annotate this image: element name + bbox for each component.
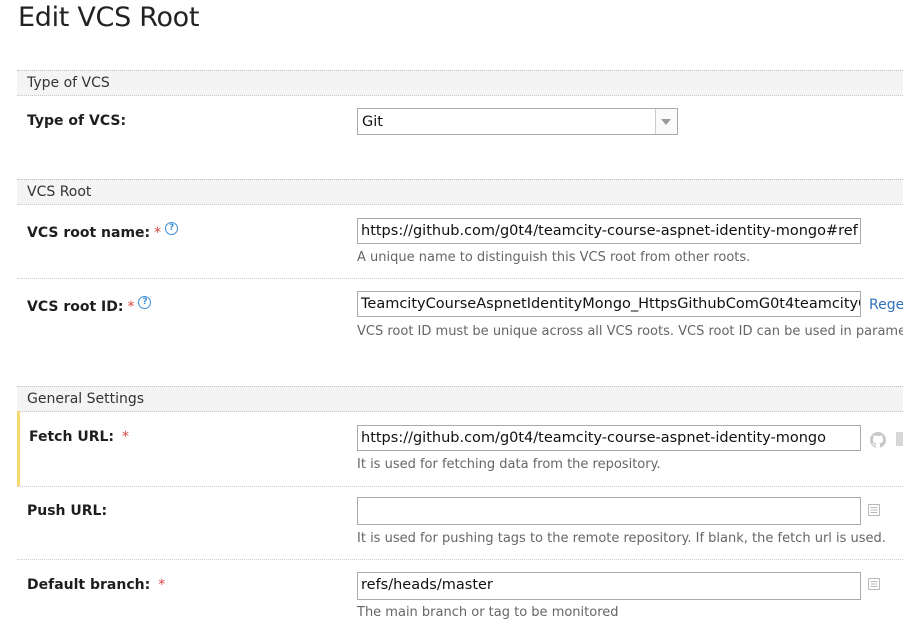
type-of-vcs-select[interactable]: Git [357,108,678,135]
required-marker: * [154,225,162,241]
fetch-url-label: Fetch URL: * [29,428,129,446]
vcs-root-id-input[interactable]: TeamcityCourseAspnetIdentityMongo_HttpsG… [357,291,861,317]
push-url-input[interactable] [357,497,861,525]
chevron-down-icon[interactable] [655,109,677,134]
section-header-vcs-root: VCS Root [17,179,903,205]
row-divider [17,278,903,279]
vcs-root-name-input[interactable]: https://github.com/g0t4/teamcity-course-… [357,218,861,244]
vcs-root-id-label: VCS root ID: *? [27,296,152,316]
push-url-label: Push URL: [27,503,108,519]
type-of-vcs-value: Git [362,114,383,130]
vcs-root-name-label: VCS root name: *? [27,222,179,242]
vcs-root-id-note: VCS root ID must be unique across all VC… [357,324,903,339]
required-field-highlight [17,411,20,486]
fetch-url-label-text: Fetch URL: [29,429,114,445]
vcs-root-id-label-text: VCS root ID: [27,299,124,315]
row-divider [17,559,903,560]
push-url-note: It is used for pushing tags to the remot… [357,531,886,546]
section-header-type-of-vcs: Type of VCS [17,70,903,96]
fetch-url-note: It is used for fetching data from the re… [357,457,661,472]
section-header-general-settings: General Settings [17,386,903,412]
default-branch-label-text: Default branch: [27,577,151,593]
help-icon[interactable]: ? [138,296,152,309]
list-icon[interactable] [868,504,880,516]
default-branch-label: Default branch: * [27,576,165,594]
edit-icon[interactable] [896,432,903,446]
default-branch-input[interactable]: refs/heads/master [357,572,861,600]
required-marker: * [122,429,129,445]
regenerate-id-link[interactable]: Rege [869,297,903,313]
required-marker: * [127,299,135,315]
type-of-vcs-label: Type of VCS: [27,113,127,129]
list-icon[interactable] [868,578,880,590]
required-marker: * [158,577,166,593]
help-icon[interactable]: ? [165,222,179,235]
vcs-root-name-label-text: VCS root name: [27,225,151,241]
github-icon[interactable] [870,432,886,448]
vcs-root-name-note: A unique name to distinguish this VCS ro… [357,250,751,265]
default-branch-note: The main branch or tag to be monitored [357,605,619,620]
page-title: Edit VCS Root [18,2,200,33]
row-divider [17,486,903,487]
fetch-url-input[interactable]: https://github.com/g0t4/teamcity-course-… [357,425,861,451]
